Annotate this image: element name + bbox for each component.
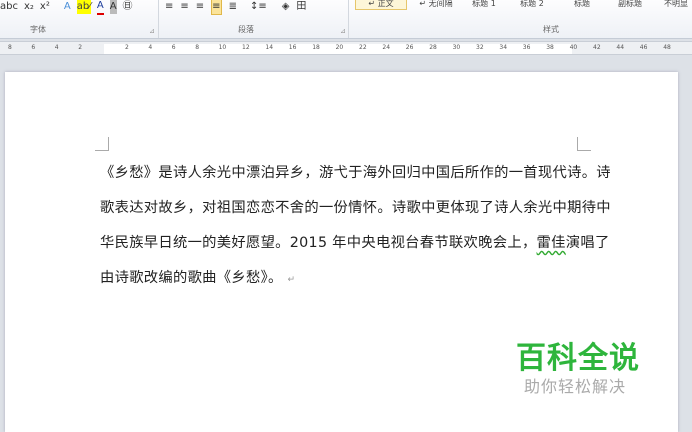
font-color-button[interactable]: A xyxy=(96,0,104,15)
strikethrough-button[interactable]: abc xyxy=(0,0,18,14)
ruler-tick: 8 xyxy=(8,44,12,51)
ruler-tick: 10 xyxy=(218,44,227,51)
border-button[interactable]: 田 xyxy=(296,0,306,14)
watermark-subtitle: 助你轻松解决 xyxy=(524,377,627,396)
ruler-tick: 28 xyxy=(429,44,437,51)
line-spacing-button[interactable]: ↕≡ xyxy=(250,0,267,14)
ruler-tick: 4 xyxy=(148,44,153,51)
ruler-tick: 2 xyxy=(78,44,83,51)
ruler-tick: 8 xyxy=(195,44,200,51)
ruler-tick: 30 xyxy=(452,44,461,51)
superscript-button[interactable]: x² xyxy=(40,0,50,14)
ruler-tick: 2 xyxy=(125,44,129,51)
shading-button[interactable]: ◈ xyxy=(282,0,290,14)
styles-group-label: 样式 xyxy=(543,25,559,34)
ruler-tick: 46 xyxy=(639,44,648,51)
ruler-tick: 18 xyxy=(312,44,320,51)
style-heading-1[interactable]: 标题 1 xyxy=(458,0,510,10)
ruler-tick: 12 xyxy=(242,44,250,51)
highlight-button[interactable]: ab⁄ xyxy=(76,0,91,14)
style-no-spacing[interactable]: ↵ 无间隔 xyxy=(410,0,462,10)
style-heading-2[interactable]: 标题 2 xyxy=(506,0,558,10)
ruler-tick: 34 xyxy=(499,44,508,51)
align-center-button[interactable]: ≡ xyxy=(180,0,188,14)
enclose-char-button[interactable]: ㊐ xyxy=(123,0,133,14)
ruler-tick: 14 xyxy=(265,44,274,51)
text-effect-button[interactable]: A xyxy=(64,0,71,14)
watermark-logo: 百科全说 xyxy=(516,341,640,376)
paragraph-mark: ↵ xyxy=(287,275,296,285)
font-group-label: 字体 xyxy=(30,25,46,34)
ruler-tick: 6 xyxy=(171,44,176,51)
ruler-tick: 48 xyxy=(663,44,671,51)
grammar-flagged-text[interactable]: 雷佳 xyxy=(537,235,566,251)
text-line: 华民族早日统一的美好愿望。2015 年中央电视台春节联欢晚会上，雷佳演唱了 xyxy=(100,235,610,251)
ruler-tick: 16 xyxy=(288,44,297,51)
ruler-tick: 22 xyxy=(359,44,367,51)
align-right-button[interactable]: ≡ xyxy=(196,0,204,14)
ruler-tick: 26 xyxy=(405,44,414,51)
crop-mark-top-right xyxy=(577,137,591,151)
ruler-tick: 6 xyxy=(31,44,36,51)
paragraph-group-label: 段落 xyxy=(238,25,254,34)
font-dialog-launcher[interactable]: ⊿ xyxy=(149,27,155,35)
ruler-tick: 36 xyxy=(522,44,531,51)
text-line: 歌表达对故乡，对祖国恋恋不舍的一份情怀。诗歌中更体现了诗人余光中期待中 xyxy=(100,200,611,216)
distribute-button[interactable]: ≣ xyxy=(229,0,237,14)
paragraph-dialog-launcher[interactable]: ⊿ xyxy=(340,27,346,35)
subscript-button[interactable]: x₂ xyxy=(24,0,34,14)
ruler-tick: 38 xyxy=(546,44,554,51)
justify-button[interactable]: ≡ xyxy=(211,0,222,15)
crop-mark-top-left xyxy=(95,137,109,151)
ribbon: abc x₂ x² A ab⁄ A A ㊐ ≡ ≡ ≡ ≡ ≣ ↕≡ ◈ 田 字… xyxy=(0,0,692,39)
horizontal-ruler[interactable]: 8 6 4 2 2 4 6 8 10 12 14 16 18 20 22 24 26 28 30 32 34 36 38 40… xyxy=(0,41,692,55)
paragraph-toolbar: ≡ ≡ ≡ ≡ ≣ ↕≡ ◈ 田 xyxy=(165,0,306,15)
ruler-tick: 32 xyxy=(476,44,484,51)
style-normal[interactable]: ↵ 正文 xyxy=(355,0,407,10)
text-line: 由诗歌改编的歌曲《乡愁》。 ↵ xyxy=(100,270,296,286)
style-subtitle[interactable]: 副标题 xyxy=(604,0,656,10)
ruler-tick: 40 xyxy=(569,44,578,51)
document-body[interactable]: 《乡愁》是诗人余光中漂泊异乡，游弋于海外回归中国后所作的一首现代诗。诗 歌表达对… xyxy=(100,163,611,303)
ruler-tick: 44 xyxy=(616,44,625,51)
font-toolbar: abc x₂ x² A ab⁄ A A ㊐ xyxy=(0,0,133,15)
text-line: 《乡愁》是诗人余光中漂泊异乡，游弋于海外回归中国后所作的一首现代诗。诗 xyxy=(100,165,611,181)
char-shading-button[interactable]: A xyxy=(109,0,117,14)
align-left-button[interactable]: ≡ xyxy=(165,0,173,14)
style-subtle-emphasis[interactable]: 不明显 xyxy=(650,0,692,10)
style-title[interactable]: 标题 xyxy=(556,0,608,10)
ruler-tick: 24 xyxy=(382,44,391,51)
ruler-tick: 4 xyxy=(54,44,59,51)
ruler-tick: 42 xyxy=(593,44,601,51)
ruler-tick: 20 xyxy=(335,44,344,51)
